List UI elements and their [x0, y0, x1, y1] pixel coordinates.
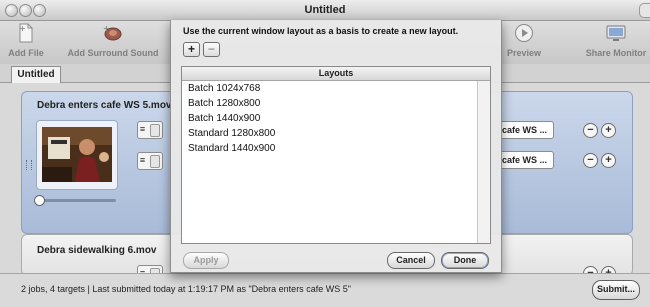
add-file-button[interactable]: + Add File	[6, 23, 46, 58]
cancel-button[interactable]: Cancel	[387, 252, 435, 269]
job-title: Debra sidewalking 6.mov	[37, 245, 157, 256]
preview-label: Preview	[506, 48, 542, 58]
toolbar-toggle-button[interactable]	[639, 3, 650, 18]
add-surround-sound-button[interactable]: + Add Surround Sound	[64, 23, 162, 58]
preset-icon	[150, 124, 160, 137]
destination-field[interactable]: cafe WS ...	[498, 121, 554, 139]
layouts-list[interactable]: Layouts Batch 1024x768 Batch 1280x800 Ba…	[181, 66, 491, 244]
layout-item[interactable]: Batch 1024x768	[182, 81, 490, 96]
submit-button[interactable]: Submit...	[592, 280, 640, 300]
add-layout-button[interactable]: +	[183, 42, 200, 57]
add-surround-sound-label: Add Surround Sound	[67, 48, 159, 58]
destination-field[interactable]: cafe WS ...	[498, 151, 554, 169]
preview-button[interactable]: Preview	[504, 23, 544, 58]
done-button[interactable]: Done	[441, 252, 489, 269]
video-thumbnail	[42, 127, 112, 182]
layout-item[interactable]: Batch 1280x800	[182, 96, 490, 111]
add-file-label: Add File	[8, 48, 44, 58]
add-target-button[interactable]: +	[601, 153, 616, 168]
layout-item[interactable]: Standard 1280x800	[182, 126, 490, 141]
add-target-button[interactable]: +	[601, 123, 616, 138]
layout-sheet: Use the current window layout as a basis…	[170, 20, 502, 273]
window-titlebar: Untitled	[0, 0, 650, 21]
list-scrollbar[interactable]	[477, 81, 490, 243]
sheet-message: Use the current window layout as a basis…	[183, 26, 459, 36]
apply-button[interactable]: Apply	[183, 252, 229, 269]
layout-item[interactable]: Standard 1440x900	[182, 141, 490, 156]
job-title: Debra enters cafe WS 5.mov	[37, 100, 172, 111]
play-icon	[515, 24, 533, 42]
job-thumbnail-frame	[36, 120, 118, 190]
monitor-icon	[606, 25, 626, 41]
drag-handle[interactable]	[26, 160, 32, 170]
scrub-slider-knob[interactable]	[34, 195, 45, 206]
status-summary: 2 jobs, 4 targets | Last submitted today…	[21, 284, 351, 294]
remove-layout-button[interactable]: −	[203, 42, 220, 57]
tab-untitled[interactable]: Untitled	[11, 66, 61, 84]
list-icon: ≡	[139, 155, 146, 165]
scrub-slider[interactable]	[34, 195, 116, 206]
settings-menu-button[interactable]: ≡	[137, 121, 163, 139]
surround-sound-icon: +	[103, 24, 122, 41]
share-monitor-label: Share Monitor	[585, 48, 647, 58]
add-file-icon: +	[19, 23, 33, 43]
layouts-list-header[interactable]: Layouts	[182, 67, 490, 81]
remove-target-button[interactable]: −	[583, 153, 598, 168]
preset-icon	[150, 155, 160, 168]
settings-menu-button[interactable]: ≡	[137, 152, 163, 170]
remove-target-button[interactable]: −	[583, 123, 598, 138]
status-bar: 2 jobs, 4 targets | Last submitted today…	[0, 273, 650, 307]
share-monitor-button[interactable]: Share Monitor	[584, 23, 648, 58]
list-icon: ≡	[139, 124, 146, 134]
svg-text:+: +	[19, 24, 26, 33]
window-title: Untitled	[304, 4, 346, 16]
layout-item[interactable]: Batch 1440x900	[182, 111, 490, 126]
svg-text:+: +	[103, 24, 110, 33]
